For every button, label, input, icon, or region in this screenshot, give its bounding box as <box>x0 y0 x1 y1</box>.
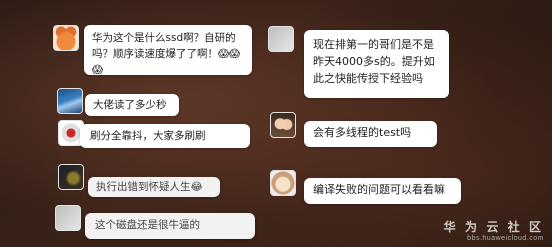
fox-avatar-icon[interactable] <box>53 25 79 51</box>
watermark-url: bbs.huaweicloud.com <box>467 235 544 242</box>
chat-message: 刷分全靠抖，大家多刷刷 <box>80 124 250 148</box>
chat-message: 会有多线程的test吗 <box>304 121 437 147</box>
chat-message: 这个磁盘还是很牛逼的 <box>85 213 255 239</box>
dog-avatar-icon[interactable] <box>270 170 296 196</box>
watermark: 华 为 云 社 区 bbs.huaweicloud.com <box>444 218 544 242</box>
watermark-title: 华 为 云 社 区 <box>443 220 544 234</box>
chat-message: 现在排第一的哥们是不是昨天4000多s的。提升如此之快能传授下经验吗 <box>304 30 449 98</box>
dark-avatar-icon[interactable] <box>58 164 84 190</box>
chat-message: 执行出错到怀疑人生😂 <box>88 177 220 197</box>
wave-avatar-icon[interactable] <box>57 88 83 114</box>
gray-avatar-icon[interactable] <box>55 205 81 231</box>
person-avatar-icon[interactable] <box>268 26 294 52</box>
chat-message: 编译失败的问题可以看看嘛 <box>304 178 461 204</box>
chat-message: 华为这个是什么ssd啊？自研的吗？顺序读速度爆了了啊！😱😱😱 <box>84 25 252 75</box>
girl-avatar-icon[interactable] <box>270 112 296 138</box>
chat-message: 大佬读了多少秒 <box>85 94 179 116</box>
